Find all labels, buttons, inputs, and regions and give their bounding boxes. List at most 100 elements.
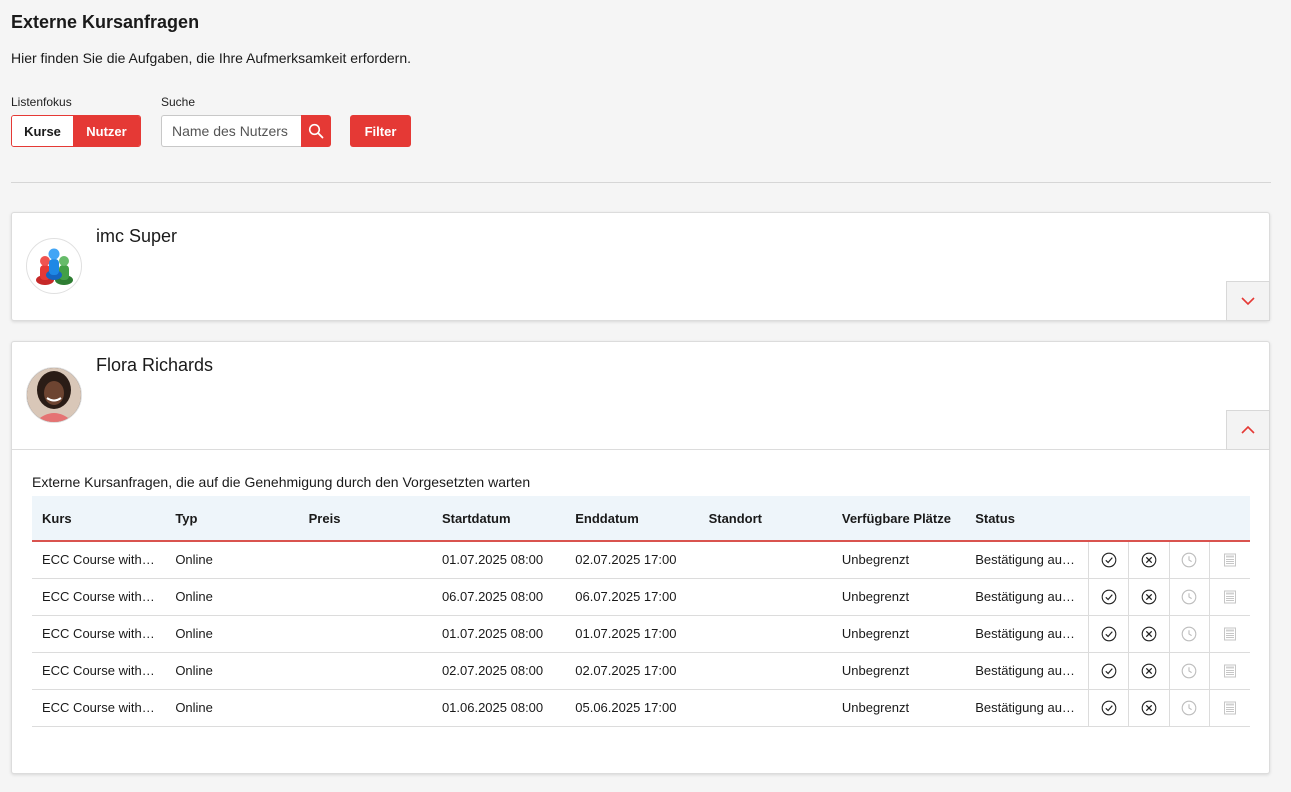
users-group-icon [36, 248, 73, 285]
details-icon [1224, 664, 1237, 678]
search-label: Suche [161, 95, 196, 109]
details-icon [1224, 701, 1237, 715]
user-photo-icon [27, 368, 81, 422]
postpone-button[interactable] [1168, 689, 1210, 726]
reject-button[interactable] [1128, 652, 1170, 689]
table-row: ECC Course with ... Online 02.07.2025 08… [32, 652, 1250, 689]
expand-button[interactable] [1226, 281, 1270, 321]
cell-preis [299, 652, 432, 689]
cell-kurs[interactable]: ECC Course with ... [32, 615, 165, 652]
approve-button[interactable] [1087, 615, 1129, 652]
approve-icon [1101, 589, 1116, 605]
cell-preis [299, 541, 432, 578]
column-header-kurs[interactable]: Kurs [32, 496, 166, 542]
column-header-actions [1169, 496, 1210, 542]
cell-typ: Online [175, 589, 213, 604]
cell-enddatum: 06.07.2025 17:00 [575, 589, 677, 604]
table-row: ECC Course with ... Online 06.07.2025 08… [32, 578, 1250, 615]
cell-typ: Online [175, 663, 213, 678]
section-title: Externe Kursanfragen, die auf die Genehm… [32, 474, 531, 490]
user-card-header: Flora Richards [12, 342, 1270, 450]
search-input[interactable] [161, 115, 301, 147]
reject-button[interactable] [1128, 578, 1170, 615]
search-button[interactable] [301, 115, 331, 147]
details-button[interactable] [1209, 652, 1250, 689]
list-focus-label: Listenfokus [11, 95, 72, 109]
details-button[interactable] [1209, 541, 1250, 578]
column-header-preis[interactable]: Preis [298, 496, 432, 542]
page-title: Externe Kursanfragen [11, 12, 200, 32]
reject-button[interactable] [1128, 615, 1170, 652]
column-header-typ[interactable]: Typ [165, 496, 299, 542]
cell-enddatum: 05.06.2025 17:00 [575, 700, 677, 715]
column-header-startdatum[interactable]: Startdatum [431, 496, 566, 542]
table-header-row: Kurs Typ Preis Startdatum Enddatum Stand… [32, 496, 1250, 542]
cell-standort [699, 578, 832, 615]
column-header-actions [1209, 496, 1250, 542]
user-card-flora-richards: Flora Richards Externe Kursanfragen, die… [11, 341, 1270, 774]
cell-typ: Online [175, 552, 213, 568]
details-button[interactable] [1209, 615, 1250, 652]
search-icon [308, 123, 324, 139]
cell-standort [699, 689, 832, 726]
approve-icon [1101, 626, 1116, 642]
chevron-up-icon [1241, 425, 1255, 434]
user-card-body: Externe Kursanfragen, die auf die Genehm… [12, 449, 1269, 727]
cell-startdatum: 06.07.2025 08:00 [441, 589, 544, 604]
reject-icon [1141, 663, 1157, 679]
details-icon [1224, 553, 1237, 567]
approve-button[interactable] [1087, 652, 1129, 689]
clock-icon [1182, 700, 1197, 716]
filter-button[interactable]: Filter [350, 115, 411, 147]
details-icon [1224, 590, 1237, 604]
user-card-header: imc Super [12, 213, 1270, 321]
cell-startdatum: 01.06.2025 08:00 [441, 700, 544, 715]
cell-typ: Online [175, 626, 213, 641]
reject-icon [1141, 700, 1157, 716]
reject-button[interactable] [1128, 541, 1170, 578]
cell-preis [299, 615, 432, 652]
column-header-standort[interactable]: Standort [698, 496, 832, 542]
cell-standort [699, 541, 832, 578]
reject-icon [1141, 589, 1157, 605]
details-icon [1224, 627, 1237, 641]
column-header-enddatum[interactable]: Enddatum [565, 496, 699, 542]
clock-icon [1182, 552, 1197, 568]
details-button[interactable] [1209, 689, 1250, 726]
cell-standort [699, 615, 832, 652]
postpone-button[interactable] [1168, 578, 1210, 615]
cell-status: Bestätigung aus... [975, 626, 1080, 641]
cell-startdatum: 01.07.2025 08:00 [441, 626, 544, 641]
cell-enddatum: 02.07.2025 17:00 [575, 552, 677, 568]
postpone-button[interactable] [1168, 541, 1210, 578]
cell-status: Bestätigung aus... [975, 663, 1080, 678]
cell-verfuegbare-plaetze: Unbegrenzt [841, 626, 910, 641]
reject-button[interactable] [1128, 689, 1170, 726]
table-row: ECC Course with ... Online 01.07.2025 08… [32, 541, 1250, 578]
clock-icon [1182, 589, 1197, 605]
toggle-nutzer-button[interactable]: Nutzer [73, 116, 140, 146]
cell-preis [299, 578, 432, 615]
cell-standort [699, 652, 832, 689]
postpone-button[interactable] [1168, 652, 1210, 689]
cell-kurs[interactable]: ECC Course with ... [32, 689, 165, 726]
approve-button[interactable] [1087, 578, 1129, 615]
toggle-kurse-button[interactable]: Kurse [12, 116, 73, 146]
list-focus-toggle: Kurse Nutzer [11, 115, 141, 147]
cell-verfuegbare-plaetze: Unbegrenzt [841, 589, 910, 604]
collapse-button[interactable] [1226, 410, 1270, 450]
cell-verfuegbare-plaetze: Unbegrenzt [841, 663, 910, 678]
user-card-imc-super: imc Super [11, 212, 1270, 321]
cell-kurs[interactable]: ECC Course with ... [32, 578, 165, 615]
cell-enddatum: 02.07.2025 17:00 [575, 663, 677, 678]
postpone-button[interactable] [1168, 615, 1210, 652]
cell-kurs[interactable]: ECC Course with ... [32, 652, 165, 689]
column-header-status[interactable]: Status [965, 496, 1089, 542]
details-button[interactable] [1209, 578, 1250, 615]
approve-button[interactable] [1087, 689, 1129, 726]
column-header-verfuegbare-plaetze[interactable]: Verfügbare Plätze [831, 496, 966, 542]
user-name: Flora Richards [96, 355, 214, 375]
cell-kurs[interactable]: ECC Course with ... [32, 541, 165, 578]
approve-button[interactable] [1087, 541, 1129, 578]
reject-icon [1141, 626, 1157, 642]
